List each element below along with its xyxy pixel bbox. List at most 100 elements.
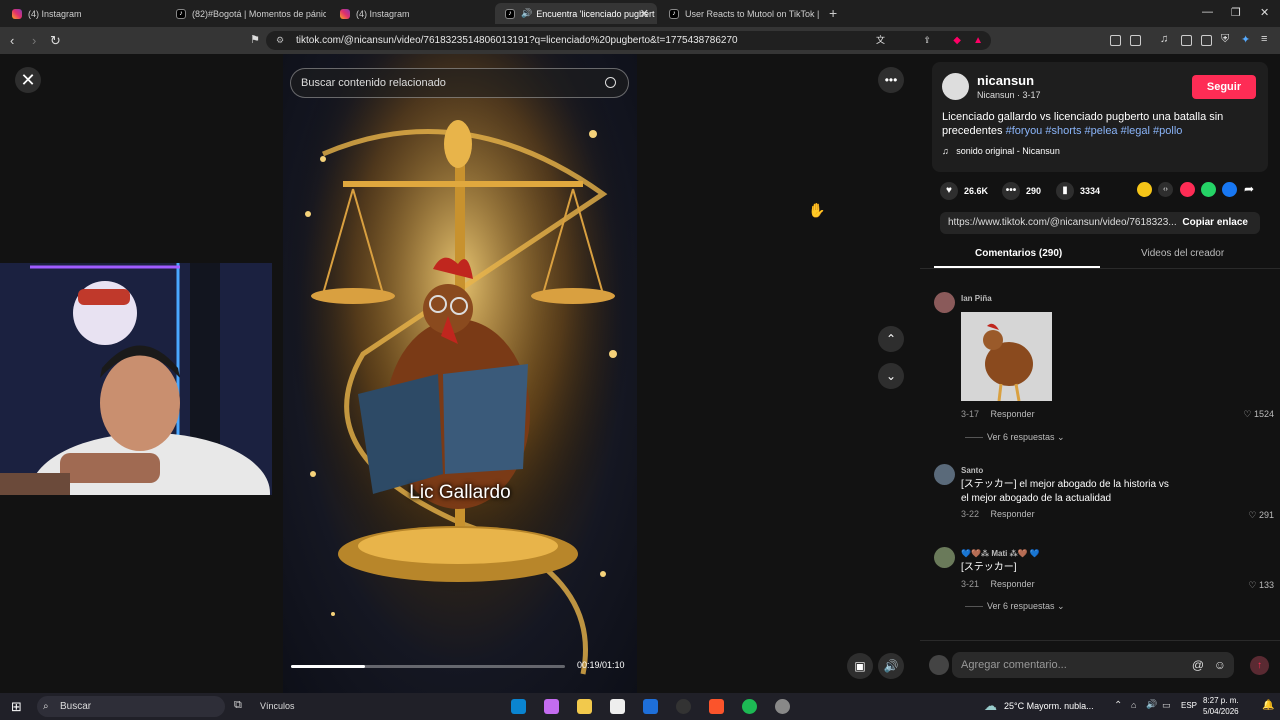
embed-icon[interactable]: ‹› (1158, 182, 1173, 197)
hashtag-link[interactable]: #pelea (1085, 125, 1118, 137)
brave-shield-icon[interactable]: ◆ (953, 31, 961, 50)
forward-icon[interactable]: › (32, 33, 36, 48)
extensions-icon[interactable] (1110, 35, 1121, 46)
close-window-icon[interactable]: ✕ (1260, 6, 1269, 19)
battery-icon[interactable]: ▭ (1162, 700, 1171, 711)
wallet-icon[interactable] (1201, 35, 1212, 46)
tab-comments[interactable]: Comentarios (290) (975, 248, 1062, 259)
tray-chevron-icon[interactable]: ⌃ (1114, 700, 1122, 711)
post-comment-button[interactable]: ↑ (1250, 656, 1269, 675)
browser-tab[interactable]: (4) Instagram (2, 3, 162, 24)
comment-stat[interactable]: ••• 290 (1002, 182, 1041, 200)
comment-like-button[interactable]: ♡ 133 (1248, 580, 1274, 591)
volume-tray-icon[interactable]: 🔊 (1146, 699, 1157, 710)
mention-icon[interactable]: @ (1192, 652, 1204, 678)
hashtag-link[interactable]: #shorts (1045, 125, 1081, 137)
progress-bar[interactable] (291, 665, 565, 668)
sidebar-icon[interactable] (1181, 35, 1192, 46)
minimize-icon[interactable]: — (1202, 6, 1213, 18)
copy-link-button[interactable]: Copiar enlace (1182, 212, 1248, 234)
follow-button[interactable]: Seguir (1192, 75, 1256, 99)
facebook-icon[interactable] (1222, 182, 1237, 197)
hashtag-link[interactable]: #pollo (1153, 125, 1182, 137)
view-replies-button[interactable]: Ver 6 respuestas ⌄ (965, 601, 1065, 612)
browser-tab[interactable]: ♪ (82)#Bogotá | Momentos de pánico (166, 3, 326, 24)
hashtag-link[interactable]: #foryou (1006, 125, 1043, 137)
vpn-icon[interactable]: ⛨ (1221, 33, 1229, 46)
emoji-icon[interactable]: ☺ (1214, 652, 1226, 678)
close-video-button[interactable]: ✕ (15, 67, 41, 93)
windows-start-icon[interactable]: ⊞ (11, 699, 22, 715)
menu-icon[interactable]: ≡ (1261, 33, 1267, 45)
video-player[interactable]: Buscar contenido relacionado Lic Gallard… (283, 54, 637, 693)
reload-icon[interactable]: ↻ (50, 33, 61, 49)
like-stat[interactable]: ♥ 26.6K (940, 182, 988, 200)
save-stat[interactable]: ▮ 3334 (1056, 182, 1100, 200)
reply-button[interactable]: Responder (991, 409, 1035, 419)
commenter-name[interactable]: Santo (961, 466, 983, 475)
commenter-avatar[interactable] (934, 547, 955, 568)
address-bar[interactable]: ⚙ tiktok.com/@nicansun/video/76183235148… (266, 31, 991, 50)
tab-creator-videos[interactable]: Videos del creador (1141, 248, 1224, 259)
author-username[interactable]: nicansun (977, 73, 1034, 88)
settings-icon[interactable] (775, 699, 790, 714)
volume-button[interactable]: 🔊 (878, 653, 904, 679)
spotify-icon[interactable] (742, 699, 757, 714)
music-icon[interactable]: ♫ (1160, 33, 1168, 45)
brave-icon[interactable] (709, 699, 724, 714)
task-view-icon[interactable]: ⧉ (234, 699, 242, 712)
language-indicator[interactable]: ESP (1181, 701, 1197, 710)
comment-sticker-image[interactable] (961, 312, 1052, 402)
taskbar-search[interactable]: ⌕ Buscar (37, 696, 225, 717)
commenter-avatar[interactable] (934, 464, 955, 485)
taskbar-clock[interactable]: 8:27 p. m. 5/04/2026 (1203, 695, 1239, 717)
comment-input[interactable]: Agregar comentario... @ ☺ (952, 652, 1234, 678)
file-explorer-icon[interactable] (577, 699, 592, 714)
new-tab-button[interactable]: + (829, 5, 837, 21)
video-link-field[interactable]: https://www.tiktok.com/@nicansun/video/7… (940, 212, 1260, 234)
previous-video-button[interactable]: ⌃ (878, 326, 904, 352)
translate-icon[interactable]: 文 (876, 31, 885, 50)
commenter-name[interactable]: Ian Piña (961, 294, 992, 303)
mail-icon[interactable] (643, 699, 658, 714)
search-icon[interactable] (605, 77, 616, 88)
reply-button[interactable]: Responder (991, 579, 1035, 589)
back-icon[interactable]: ‹ (10, 33, 14, 48)
author-avatar[interactable] (942, 73, 969, 100)
send-icon[interactable] (1180, 182, 1195, 197)
site-info-icon[interactable]: ⚙ (276, 31, 284, 50)
hashtag-link[interactable]: #legal (1121, 125, 1150, 137)
reply-button[interactable]: Responder (991, 509, 1035, 519)
bookmark-icon[interactable]: ⚑ (250, 33, 260, 46)
next-video-button[interactable]: ⌄ (878, 363, 904, 389)
commenter-avatar[interactable] (934, 292, 955, 313)
sound-link[interactable]: ♫ sonido original - Nicansun (942, 146, 1060, 156)
share-page-icon[interactable]: ⇪ (923, 31, 931, 50)
view-replies-button[interactable]: Ver 6 respuestas ⌄ (965, 432, 1065, 443)
brave-rewards-icon[interactable]: ▲ (973, 31, 983, 50)
screenshot-icon[interactable] (1130, 35, 1141, 46)
browser-tab-active[interactable]: ♪ 🔊 Encuentra 'licenciado pugbert ✕ (495, 3, 657, 24)
mini-player-button[interactable]: ▣ (847, 653, 873, 679)
store-icon[interactable] (610, 699, 625, 714)
browser-tab[interactable]: (4) Instagram (330, 3, 490, 24)
close-tab-icon[interactable]: ✕ (640, 7, 649, 20)
share-icon[interactable]: ➦ (1244, 182, 1259, 197)
comment-like-button[interactable]: ♡ 291 (1248, 510, 1274, 521)
restore-icon[interactable]: ❐ (1231, 6, 1241, 19)
whatsapp-icon[interactable] (1201, 182, 1216, 197)
video-search-input[interactable]: Buscar contenido relacionado (290, 68, 629, 98)
notifications-icon[interactable]: 🔔 (1262, 700, 1274, 711)
weather-text[interactable]: 25°C Mayorm. nubla... (1004, 701, 1094, 711)
more-options-button[interactable]: ••• (878, 67, 904, 93)
leo-icon[interactable]: ✦ (1241, 33, 1250, 46)
network-icon[interactable]: ⌂ (1131, 700, 1136, 710)
edge-icon[interactable] (511, 699, 526, 714)
comment-like-button[interactable]: ♡ 1524 (1243, 409, 1274, 420)
copilot-icon[interactable] (544, 699, 559, 714)
taskbar-links[interactable]: Vínculos (260, 701, 295, 711)
commenter-name[interactable]: 💙🤎⁂ Mati ⁂🤎 💙 (961, 549, 1040, 558)
obs-icon[interactable] (676, 699, 691, 714)
browser-tab[interactable]: ♪ User Reacts to Mutool on TikTok | Tik (659, 3, 819, 24)
repost-icon[interactable] (1137, 182, 1152, 197)
